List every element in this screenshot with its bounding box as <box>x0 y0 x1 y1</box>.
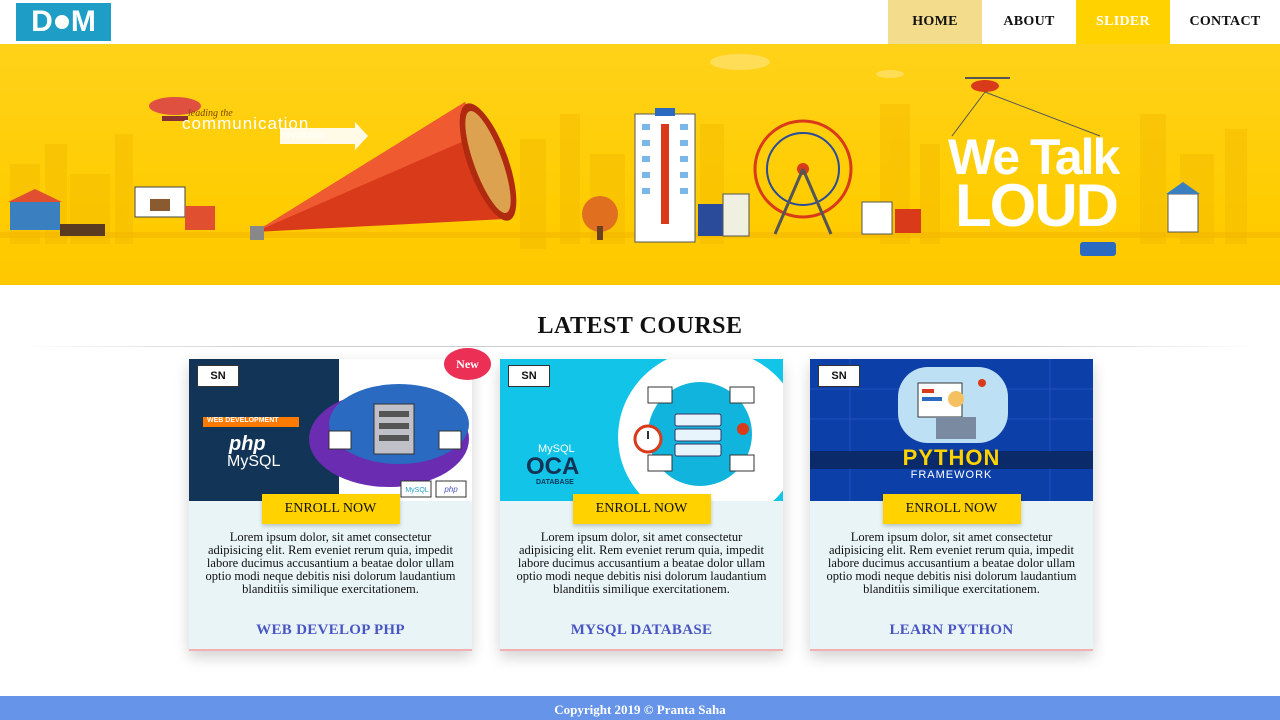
course-image-caption-2: MySQL <box>227 453 281 470</box>
course-card-php[interactable]: MySQL php SN WEB DEVELOPMENT php MySQL E… <box>189 359 472 651</box>
course-image-mysql: SN MySQL OCA DATABASE <box>500 359 783 501</box>
course-description: Lorem ipsum dolor, sit amet consectetur … <box>205 530 456 596</box>
enroll-button-mysql[interactable]: ENROLL NOW <box>572 494 711 524</box>
course-description: Lorem ipsum dolor, sit amet consectetur … <box>826 530 1077 596</box>
course-title[interactable]: LEARN PYTHON <box>810 622 1093 639</box>
logo-letter-m: M <box>70 5 96 38</box>
site-footer: Copyright 2019 © Pranta Saha <box>0 696 1280 720</box>
site-header: D M HOME ABOUT SLIDER CONTACT <box>0 0 1280 44</box>
main-nav: HOME ABOUT SLIDER CONTACT <box>888 0 1280 44</box>
nav-about[interactable]: ABOUT <box>982 0 1076 44</box>
banner-tagline-sub: revolution <box>282 130 326 141</box>
new-badge: New <box>444 348 491 380</box>
brand-logo: SN <box>197 365 239 387</box>
course-image-tag: WEB DEVELOPMENT <box>207 417 279 424</box>
course-image-python: SN PYTHON FRAMEWORK <box>810 359 1093 501</box>
course-card-python[interactable]: SN PYTHON FRAMEWORK ENROLL NOW Lorem ips… <box>810 359 1093 651</box>
nav-slider[interactable]: SLIDER <box>1076 0 1170 44</box>
enroll-button-php[interactable]: ENROLL NOW <box>261 494 400 524</box>
course-description: Lorem ipsum dolor, sit amet consectetur … <box>516 530 767 596</box>
enroll-button-python[interactable]: ENROLL NOW <box>882 494 1021 524</box>
course-title[interactable]: MYSQL DATABASE <box>500 622 783 639</box>
course-card-mysql[interactable]: SN MySQL OCA DATABASE ENROLL NOW Lorem i… <box>500 359 783 651</box>
brand-logo: SN <box>508 365 550 387</box>
brand-logo: SN <box>818 365 860 387</box>
course-image-caption-2: FRAMEWORK <box>910 469 993 481</box>
course-image-caption-2: OCA <box>526 453 580 480</box>
course-image-tag: DATABASE <box>536 479 574 486</box>
copyright-text: Copyright 2019 © Pranta Saha <box>554 702 726 717</box>
banner-headline-2: LOUD <box>955 172 1119 239</box>
hero-banner: leading the communication revolution We … <box>0 44 1280 285</box>
nav-contact[interactable]: CONTACT <box>1170 0 1280 44</box>
logo-letter-d: D <box>31 5 53 38</box>
svg-text:php: php <box>443 485 458 494</box>
course-image-caption-1: PYTHON <box>902 445 1001 470</box>
nav-home[interactable]: HOME <box>888 0 982 44</box>
course-image-php: MySQL php SN WEB DEVELOPMENT php MySQL <box>189 359 472 501</box>
site-logo[interactable]: D M <box>16 3 111 41</box>
section-divider <box>20 346 1260 347</box>
logo-dot-icon <box>54 15 69 29</box>
svg-text:MySQL: MySQL <box>405 487 428 494</box>
section-title: LATEST COURSE <box>537 313 743 339</box>
course-title[interactable]: WEB DEVELOP PHP <box>189 622 472 639</box>
